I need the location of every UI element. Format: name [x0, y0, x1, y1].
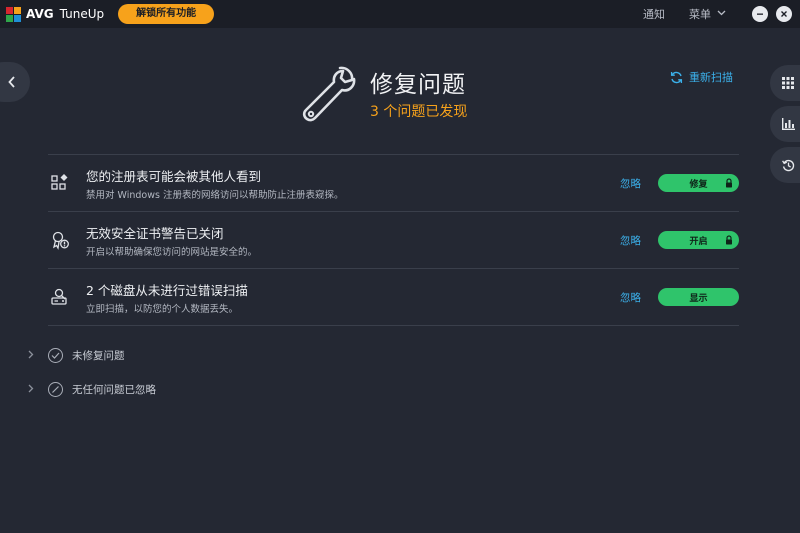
fix-button[interactable]: 修复 — [658, 174, 739, 192]
disk-scan-icon — [51, 288, 67, 305]
brand-name: AVG — [26, 7, 54, 21]
page-header: 修复问题 3 个问题已发现 — [300, 64, 467, 122]
ignore-link[interactable]: 忽略 — [620, 290, 641, 305]
rescan-label: 重新扫描 — [689, 71, 733, 84]
history-icon — [782, 159, 795, 171]
chevron-right-icon — [28, 384, 40, 396]
fix-button-label: 修复 — [689, 179, 708, 190]
minimize-icon — [757, 13, 763, 15]
notifications-link[interactable]: 通知 — [643, 6, 665, 22]
ignore-link[interactable]: 忽略 — [620, 176, 641, 191]
lock-icon — [726, 235, 732, 245]
registry-icon — [51, 174, 68, 190]
issue-description: 禁用对 Windows 注册表的网络访问以帮助防止注册表窥探。 — [86, 189, 344, 201]
section-label: 未修复问题 — [72, 350, 125, 362]
show-button-label: 显示 — [689, 293, 708, 304]
side-button-reports[interactable] — [770, 106, 800, 142]
chevron-left-icon — [8, 76, 15, 88]
enable-button-label: 开启 — [689, 236, 708, 247]
show-button[interactable]: 显示 — [658, 288, 739, 306]
issues-list: 您的注册表可能会被其他人看到 禁用对 Windows 注册表的网络访问以帮助防止… — [48, 154, 739, 326]
section-label: 无任何问题已忽略 — [72, 384, 156, 396]
wrench-icon — [302, 66, 356, 122]
minimize-button[interactable] — [752, 6, 768, 22]
issue-row-certificate: 无效安全证书警告已关闭 开启以帮助确保您访问的网站是安全的。 忽略 开启 — [48, 212, 739, 269]
page-title: 修复问题 — [370, 72, 466, 98]
issue-title: 您的注册表可能会被其他人看到 — [86, 168, 262, 184]
no-entry-icon — [48, 382, 63, 397]
issue-title: 无效安全证书警告已关闭 — [86, 225, 224, 241]
menu-label: 菜单 — [689, 8, 711, 21]
chevron-right-icon — [28, 350, 40, 362]
menu-button[interactable]: 菜单 — [689, 6, 726, 22]
issue-row-registry: 您的注册表可能会被其他人看到 禁用对 Windows 注册表的网络访问以帮助防止… — [48, 155, 739, 212]
issue-row-disk-scan: 2 个磁盘从未进行过错误扫描 立即扫描，以防您的个人数据丢失。 忽略 显示 — [48, 269, 739, 326]
chevron-down-icon — [717, 9, 726, 19]
title-bar: AVG TuneUp 解锁所有功能 通知 菜单 — [0, 0, 800, 28]
lock-icon — [726, 178, 732, 188]
section-ignored-issues[interactable]: 无任何问题已忽略 — [28, 382, 156, 397]
ignore-link[interactable]: 忽略 — [620, 233, 641, 248]
rescan-button[interactable]: 重新扫描 — [670, 69, 733, 85]
issues-found-count: 3 个问题已发现 — [370, 104, 468, 120]
certificate-warning-icon — [52, 231, 69, 250]
unlock-all-features-button[interactable]: 解锁所有功能 — [118, 4, 215, 24]
issue-description: 开启以帮助确保您访问的网站是安全的。 — [86, 246, 258, 258]
avg-logo-icon — [6, 6, 21, 22]
app-logo: AVG TuneUp — [6, 6, 105, 22]
section-unfixed-issues[interactable]: 未修复问题 — [28, 348, 125, 363]
side-button-history[interactable] — [770, 147, 800, 183]
check-circle-icon — [48, 348, 63, 363]
grid-icon — [782, 77, 794, 89]
enable-button[interactable]: 开启 — [658, 231, 739, 249]
issue-description: 立即扫描，以防您的个人数据丢失。 — [86, 303, 239, 315]
close-icon — [781, 11, 787, 17]
refresh-icon — [670, 71, 683, 83]
bar-chart-icon — [782, 118, 795, 130]
product-name: TuneUp — [59, 7, 105, 21]
side-button-all-tools[interactable] — [770, 65, 800, 101]
issue-title: 2 个磁盘从未进行过错误扫描 — [86, 282, 248, 298]
close-button[interactable] — [776, 6, 792, 22]
back-button[interactable] — [0, 62, 30, 102]
